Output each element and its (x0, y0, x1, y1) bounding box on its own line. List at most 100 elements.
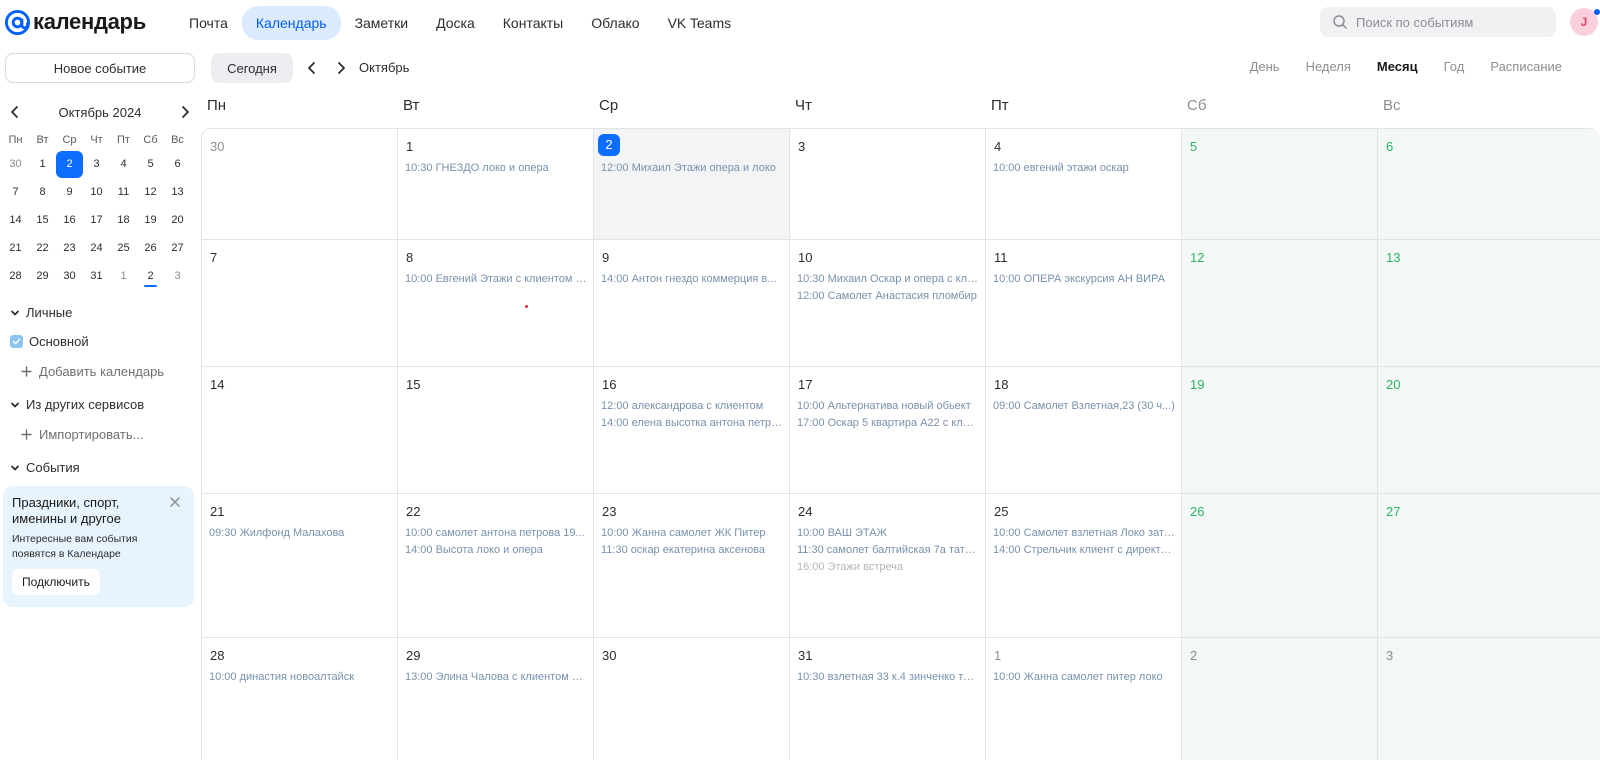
calendar-event[interactable]: 10:00 ОПЕРА экскурсия АН ВИРА (993, 273, 1175, 285)
calendar-event[interactable]: 09:00 Самолет Взлетная,23 (30 ч...) (993, 400, 1175, 412)
view-tab[interactable]: Месяц (1377, 59, 1418, 74)
mini-day[interactable]: 9 (56, 178, 83, 206)
mini-day[interactable]: 11 (110, 178, 137, 206)
search-input[interactable] (1356, 14, 1546, 30)
day-cell[interactable]: 18 09:00 Самолет Взлетная,23 (30 ч...) (986, 367, 1182, 494)
calendar-event[interactable]: 11:30 самолет балтийская 7а татьяна (797, 544, 979, 556)
day-cell[interactable]: 9 14:00 Антон гнездо коммерция в... (594, 240, 790, 367)
day-cell[interactable]: 26 (1182, 494, 1378, 638)
day-cell[interactable]: 22 10:00 самолет антона петрова 19... 14:0… (398, 494, 594, 638)
mini-prev-month-button[interactable] (5, 102, 25, 122)
today-button[interactable]: Сегодня (211, 53, 293, 83)
day-cell[interactable]: 4 10:00 евгений этажи оскар (986, 129, 1182, 240)
calendar-event[interactable]: 10:00 евгений этажи оскар (993, 162, 1175, 174)
import-button[interactable]: Импортировать... (21, 427, 143, 442)
calendar-event[interactable]: 17:00 Оскар 5 квартира А22 с клиентом (797, 417, 979, 429)
mini-day[interactable]: 23 (56, 234, 83, 262)
day-cell[interactable]: 12 (1182, 240, 1378, 367)
mini-next-month-button[interactable] (175, 102, 195, 122)
calendar-event[interactable]: 09:30 Жилфонд Малахова (209, 527, 391, 539)
view-tab[interactable]: День (1250, 59, 1280, 74)
mini-day[interactable]: 19 (137, 206, 164, 234)
mini-day[interactable]: 8 (29, 178, 56, 206)
new-event-button[interactable]: Новое событие (5, 53, 195, 83)
close-icon[interactable] (169, 496, 181, 508)
mini-day[interactable]: 26 (137, 234, 164, 262)
nav-item[interactable]: Доска (422, 6, 489, 40)
view-tab[interactable]: Расписание (1490, 59, 1562, 74)
mini-day[interactable]: 12 (137, 178, 164, 206)
mini-day[interactable]: 22 (29, 234, 56, 262)
day-cell[interactable]: 29 13:00 Элина Чалова с клиентом о... (398, 638, 594, 760)
connect-button[interactable]: Подключить (12, 569, 100, 595)
mini-day[interactable]: 10 (83, 178, 110, 206)
day-cell[interactable]: 1 10:00 Жанна самолет питер локо (986, 638, 1182, 760)
calendar-event[interactable]: 14:00 елена высотка антона петрова (601, 417, 783, 429)
day-cell[interactable]: 24 10:00 ВАШ ЭТАЖ 11:30 самолет балтийская… (790, 494, 986, 638)
calendar-event[interactable]: 14:00 Высота локо и опера (405, 544, 587, 556)
day-cell[interactable]: 6 (1378, 129, 1600, 240)
nav-item[interactable]: Календарь (241, 6, 341, 40)
calendar-event[interactable]: 12:00 Михаил Этажи опера и локо (601, 162, 783, 174)
day-cell[interactable]: 19 (1182, 367, 1378, 494)
calendar-event[interactable]: 12:00 александрова с клиентом (601, 400, 783, 412)
search-box[interactable] (1320, 7, 1556, 37)
day-cell[interactable]: 21 09:30 Жилфонд Малахова (202, 494, 398, 638)
day-cell[interactable]: 13 (1378, 240, 1600, 367)
mini-day[interactable]: 15 (29, 206, 56, 234)
calendar-event[interactable]: 12:00 Самолет Анастасия пломбир (797, 290, 979, 302)
day-cell[interactable]: 23 10:00 Жанна самолет ЖК Питер 11:30 оска… (594, 494, 790, 638)
calendar-event[interactable]: 16:00 Этажи встреча (797, 561, 979, 573)
mini-day[interactable]: 13 (164, 178, 191, 206)
mini-day[interactable]: 2 (137, 262, 164, 290)
day-cell[interactable]: 11 10:00 ОПЕРА экскурсия АН ВИРА (986, 240, 1182, 367)
section-other-toggle[interactable]: Из других сервисов (10, 397, 144, 412)
view-tab[interactable]: Год (1444, 59, 1465, 74)
day-cell[interactable]: 2 12:00 Михаил Этажи опера и локо (594, 129, 790, 240)
day-cell[interactable]: 25 10:00 Самолет взлетная Локо затем 14:00… (986, 494, 1182, 638)
day-cell[interactable]: 3 (1378, 638, 1600, 760)
day-cell[interactable]: 28 10:00 династия новоалтайск (202, 638, 398, 760)
mini-day[interactable]: 30 (2, 150, 29, 178)
mini-day[interactable]: 3 (164, 262, 191, 290)
calendar-event[interactable]: 10:00 ВАШ ЭТАЖ (797, 527, 979, 539)
calendar-event[interactable]: 11:30 оскар екатерина аксенова (601, 544, 783, 556)
mini-day[interactable]: 14 (2, 206, 29, 234)
prev-month-button[interactable] (302, 58, 322, 78)
day-cell[interactable]: 5 (1182, 129, 1378, 240)
mini-day[interactable]: 31 (83, 262, 110, 290)
day-cell[interactable]: 2 (1182, 638, 1378, 760)
mini-day[interactable]: 16 (56, 206, 83, 234)
calendar-event[interactable]: 10:30 взлетная 33 к.4 зинченко татьяна (797, 671, 979, 683)
mini-day[interactable]: 1 (29, 150, 56, 178)
mini-day[interactable]: 17 (83, 206, 110, 234)
section-personal-toggle[interactable]: Личные (10, 305, 72, 320)
mini-day[interactable]: 25 (110, 234, 137, 262)
calendar-event[interactable]: 10:00 Жанна самолет ЖК Питер (601, 527, 783, 539)
mini-day[interactable]: 18 (110, 206, 137, 234)
day-cell[interactable]: 1 10:30 ГНЕЗДО локо и опера (398, 129, 594, 240)
day-cell[interactable]: 30 (594, 638, 790, 760)
mini-day[interactable]: 24 (83, 234, 110, 262)
calendar-event[interactable]: 10:00 Самолет взлетная Локо затем (993, 527, 1175, 539)
calendar-event[interactable]: 14:00 Антон гнездо коммерция в... (601, 273, 783, 285)
add-calendar-button[interactable]: Добавить календарь (21, 364, 164, 379)
calendar-event[interactable]: 10:00 Евгений Этажи с клиентом Лебедевой (405, 273, 587, 285)
day-cell[interactable]: 3 (790, 129, 986, 240)
day-cell[interactable]: 16 12:00 александрова с клиентом 14:00 еле… (594, 367, 790, 494)
calendar-event[interactable]: 10:00 Жанна самолет питер локо (993, 671, 1175, 683)
calendar-main-checkbox[interactable] (10, 335, 23, 348)
calendar-event[interactable]: 10:00 династия новоалтайск (209, 671, 391, 683)
section-events-toggle[interactable]: События (10, 460, 80, 475)
calendar-event[interactable]: 10:00 самолет антона петрова 19... (405, 527, 587, 539)
mini-day[interactable]: 5 (137, 150, 164, 178)
calendar-event[interactable]: 14:00 Стрельчик клиент с директором (993, 544, 1175, 556)
mini-day[interactable]: 30 (56, 262, 83, 290)
view-tab[interactable]: Неделя (1306, 59, 1351, 74)
mini-day[interactable]: 21 (2, 234, 29, 262)
day-cell[interactable]: 31 10:30 взлетная 33 к.4 зинченко татьяна (790, 638, 986, 760)
nav-item[interactable]: VK Teams (654, 6, 746, 40)
next-month-button[interactable] (331, 58, 351, 78)
day-cell[interactable]: 20 (1378, 367, 1600, 494)
day-cell[interactable]: 27 (1378, 494, 1600, 638)
